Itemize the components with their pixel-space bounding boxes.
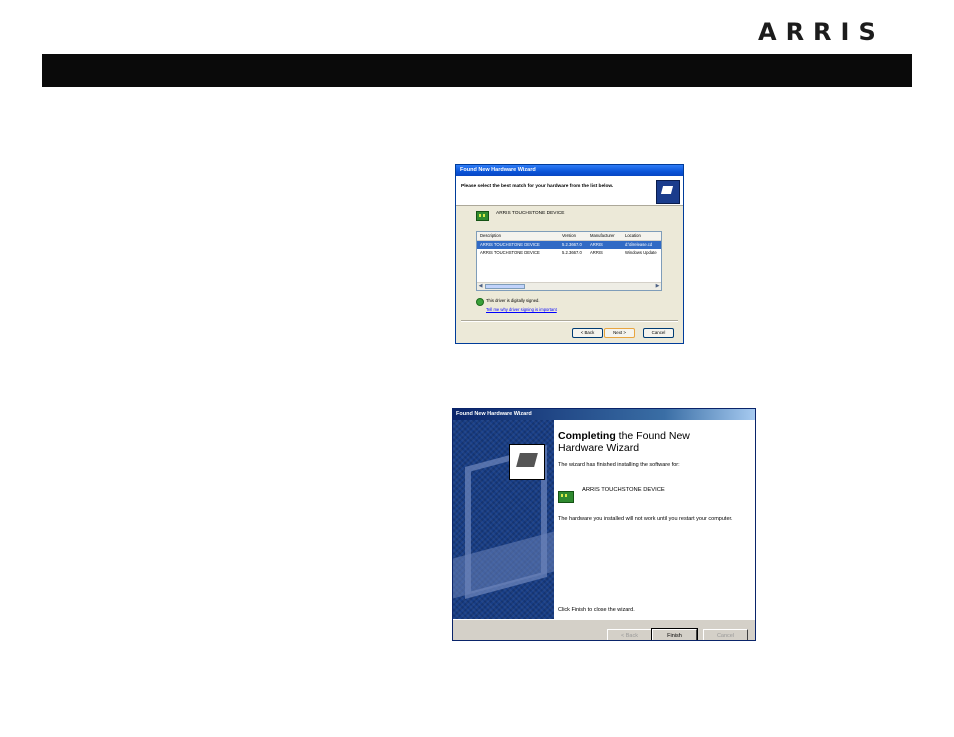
wizard-sidebar-graphic bbox=[453, 420, 554, 619]
back-button[interactable]: < Back bbox=[607, 629, 652, 640]
list-header: Description Version Manufacturer Locatio… bbox=[477, 232, 661, 241]
finish-button[interactable]: Finish bbox=[651, 628, 698, 640]
window-title: Found New Hardware Wizard bbox=[453, 409, 755, 420]
found-new-hardware-wizard-select-driver: Found New Hardware Wizard Please select … bbox=[455, 164, 684, 344]
found-new-hardware-wizard-complete: Found New Hardware Wizard Completing the… bbox=[452, 408, 756, 641]
device-name: ARRIS TOUCHSTONE DEVICE bbox=[496, 211, 565, 216]
row-description: ARRIS TOUCHSTONE DEVICE bbox=[480, 250, 540, 255]
row-location: d:\ti\release.cd bbox=[625, 242, 653, 247]
cancel-button[interactable]: Cancel bbox=[703, 629, 748, 640]
column-version[interactable]: Version bbox=[562, 233, 576, 238]
finish-prompt: Click Finish to close the wizard. bbox=[558, 607, 635, 613]
row-manufacturer: ARRIS bbox=[590, 242, 603, 247]
arris-logo: ARRIS bbox=[758, 18, 885, 46]
row-manufacturer: ARRIS bbox=[590, 250, 603, 255]
column-location[interactable]: Location bbox=[625, 233, 641, 238]
scroll-right-icon[interactable]: ▶ bbox=[654, 283, 661, 290]
finished-text: The wizard has finished installing the s… bbox=[558, 462, 680, 468]
restart-text: The hardware you installed will not work… bbox=[558, 516, 733, 522]
scroll-left-icon[interactable]: ◀ bbox=[477, 283, 484, 290]
next-button[interactable]: Next > bbox=[604, 328, 635, 338]
window-title: Found New Hardware Wizard bbox=[456, 165, 683, 176]
signed-driver-icon bbox=[476, 298, 484, 306]
back-button[interactable]: < Back bbox=[572, 328, 603, 338]
network-card-icon bbox=[558, 491, 574, 503]
driver-signing-link[interactable]: Tell me why driver signing is important bbox=[486, 307, 557, 312]
column-description[interactable]: Description bbox=[480, 233, 501, 238]
signed-text: This driver is digitally signed. bbox=[486, 298, 540, 303]
driver-row[interactable]: ARRIS TOUCHSTONE DEVICE 5.2.3667.0 ARRIS… bbox=[477, 249, 661, 257]
header-bar bbox=[42, 54, 912, 87]
divider bbox=[461, 320, 678, 322]
completion-heading: Completing the Found New Hardware Wizard bbox=[558, 430, 738, 454]
driver-row[interactable]: ARRIS TOUCHSTONE DEVICE 5.2.3667.0 ARRIS… bbox=[477, 241, 661, 249]
driver-list[interactable]: Description Version Manufacturer Locatio… bbox=[476, 231, 662, 291]
row-location: Windows Update bbox=[625, 250, 657, 255]
network-card-icon bbox=[476, 211, 489, 221]
hardware-wizard-icon bbox=[656, 180, 680, 204]
heading-bold: Completing bbox=[558, 430, 616, 442]
wizard-header: Please select the best match for your ha… bbox=[456, 176, 683, 206]
button-bar: < Back Finish Cancel bbox=[453, 619, 755, 640]
row-version: 5.2.3667.0 bbox=[562, 242, 582, 247]
cancel-button[interactable]: Cancel bbox=[643, 328, 674, 338]
row-description: ARRIS TOUCHSTONE DEVICE bbox=[480, 242, 540, 247]
select-prompt: Please select the best match for your ha… bbox=[461, 184, 614, 189]
hardware-wizard-icon bbox=[509, 444, 545, 480]
horizontal-scrollbar[interactable]: ◀ ▶ bbox=[477, 282, 661, 290]
device-name: ARRIS TOUCHSTONE DEVICE bbox=[582, 487, 665, 493]
row-version: 5.2.3667.0 bbox=[562, 250, 582, 255]
scroll-thumb[interactable] bbox=[485, 284, 525, 289]
wizard-content: Completing the Found New Hardware Wizard… bbox=[554, 420, 755, 619]
column-manufacturer[interactable]: Manufacturer bbox=[590, 233, 615, 238]
